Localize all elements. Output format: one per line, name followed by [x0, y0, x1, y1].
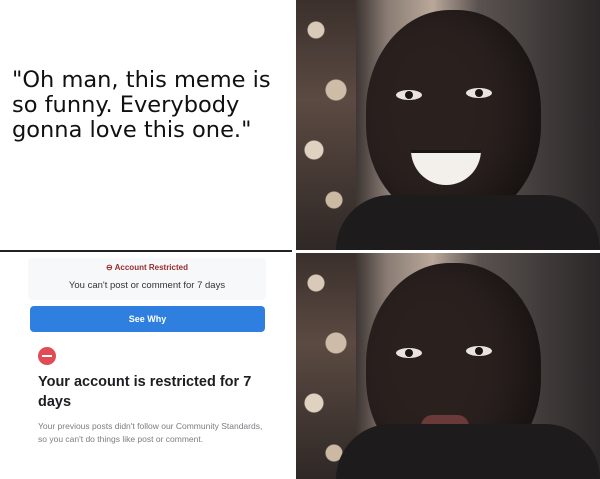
banner-subtitle: You can't post or comment for 7 days [68, 280, 226, 291]
smiling-mouth [411, 150, 481, 185]
right-eye [466, 88, 492, 98]
restriction-body: Your previous posts didn't follow our Co… [38, 421, 263, 444]
left-eye [396, 90, 422, 100]
shirt [336, 424, 600, 479]
smiling-face [366, 10, 541, 220]
shirt [336, 195, 600, 250]
restriction-heading: Your account is restricted for 7 days [38, 374, 252, 410]
restricted-banner: ⊖ Account Restricted You can't post or c… [28, 258, 266, 300]
left-eye [396, 348, 422, 358]
right-eye [466, 346, 492, 356]
meme-quote: "Oh man, this meme is so funny. Everybod… [12, 67, 271, 143]
banner-title: ⊖ Account Restricted [106, 263, 188, 272]
curtain-background [296, 0, 356, 250]
happy-reaction-photo [296, 0, 600, 250]
restriction-screenshot: ⊖ Account Restricted You can't post or c… [0, 252, 292, 479]
sad-reaction-photo [296, 253, 600, 479]
restricted-icon [38, 347, 56, 365]
quote-panel: "Oh man, this meme is so funny. Everybod… [0, 0, 292, 250]
see-why-button[interactable]: See Why [30, 306, 265, 332]
